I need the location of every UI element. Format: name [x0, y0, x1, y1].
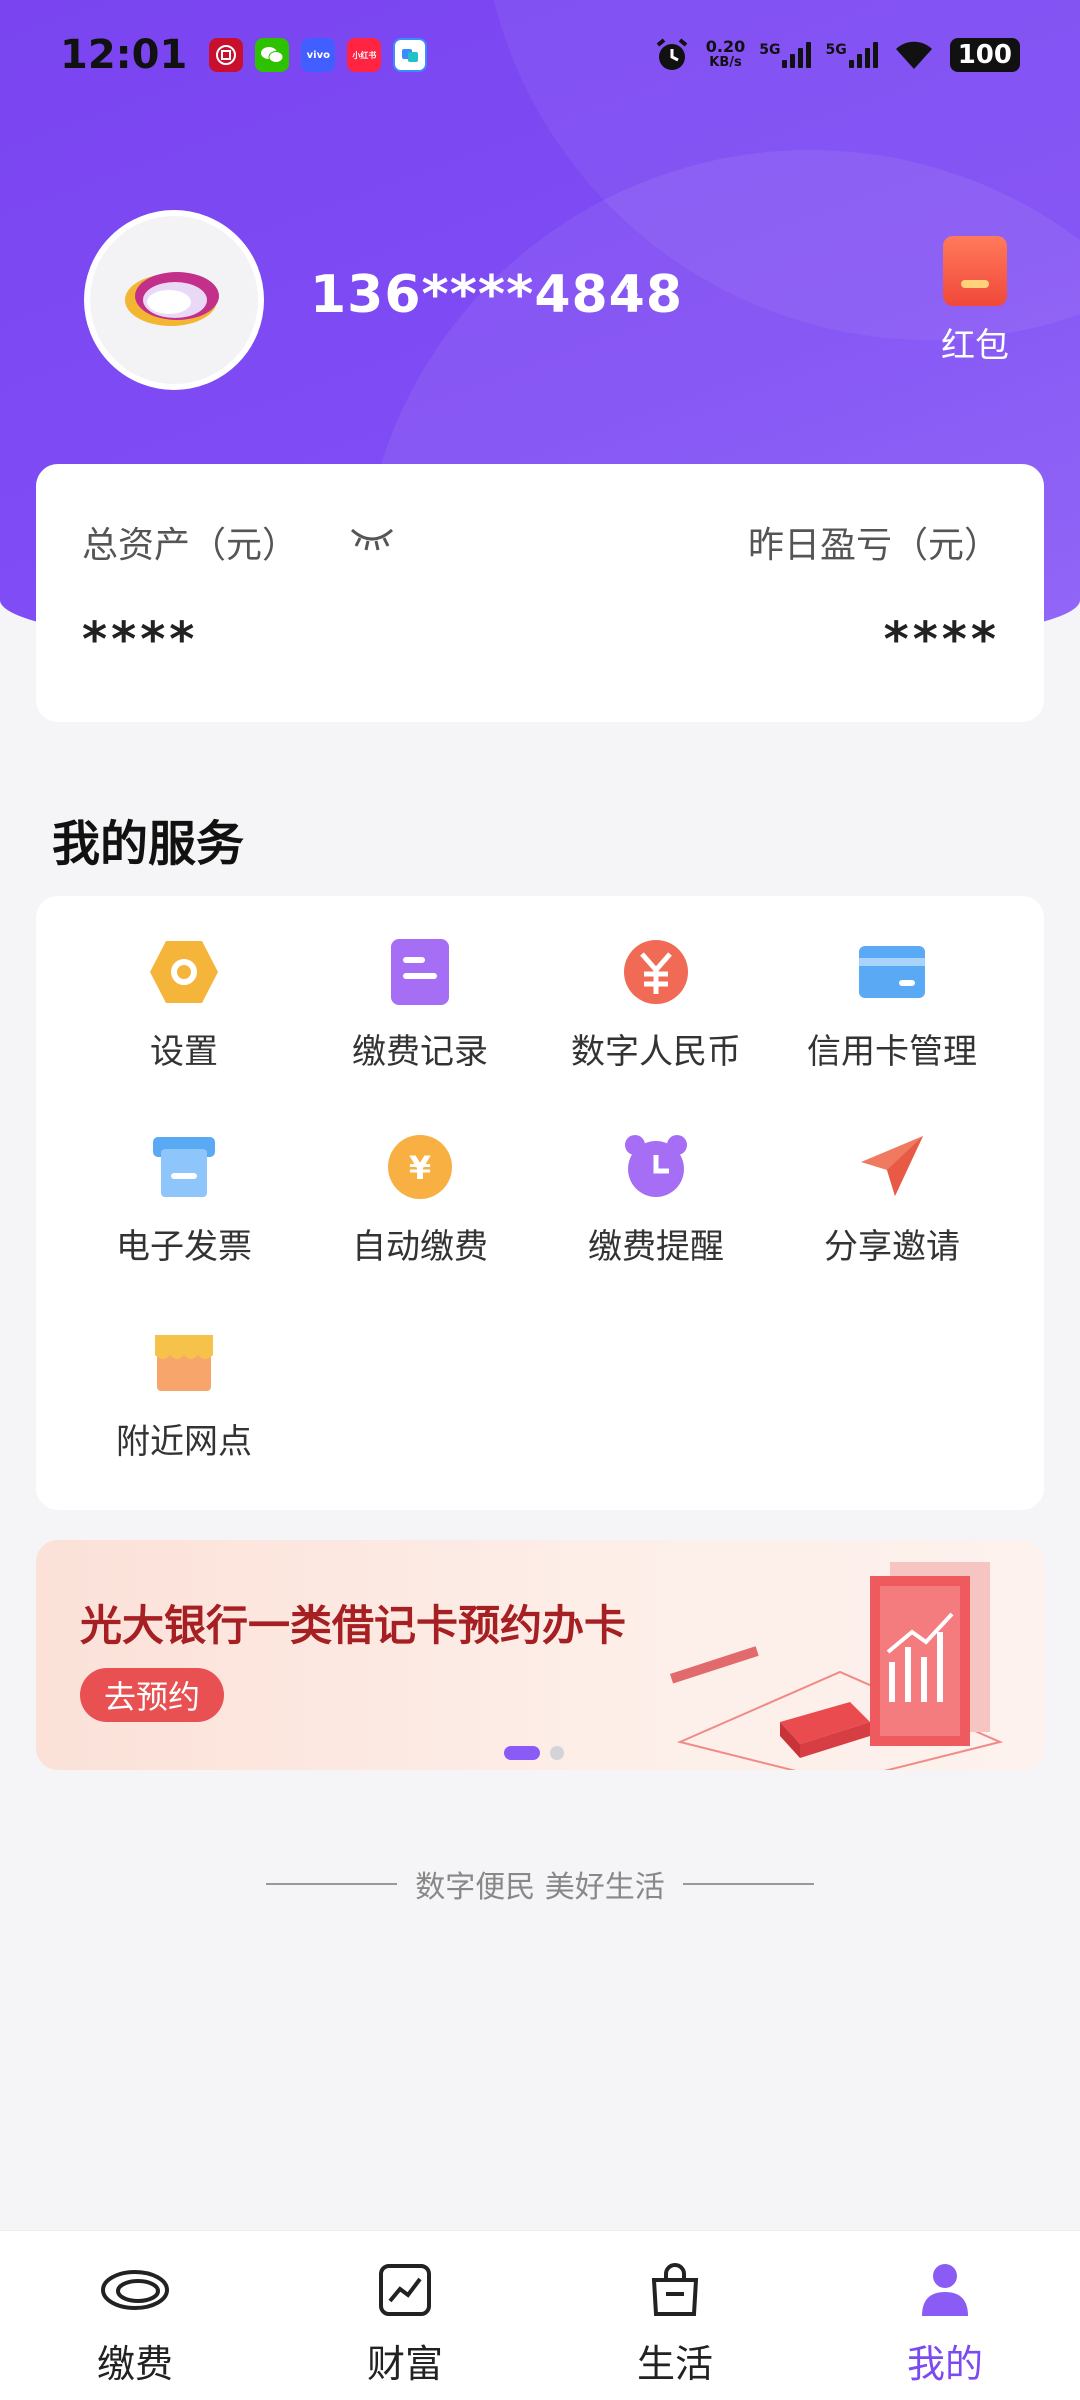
store-icon — [148, 1326, 220, 1398]
nav-tab-mine[interactable]: 我的 — [810, 2231, 1080, 2400]
app-icon — [393, 38, 428, 72]
promo-banner[interactable]: 光大银行一类借记卡预约办卡 去预约 — [36, 1540, 1044, 1770]
carousel-dot-active — [504, 1746, 540, 1760]
credit-card-icon — [856, 936, 928, 1008]
chevron-right-icon[interactable]: › — [622, 265, 641, 321]
carousel-indicator — [504, 1746, 564, 1760]
nav-tab-payment[interactable]: 缴费 — [0, 2231, 270, 2400]
alarm-icon — [656, 38, 688, 70]
settings-hexagon-icon — [148, 936, 220, 1008]
yesterday-profit-label: 昨日盈亏（元） — [747, 525, 1000, 566]
xiaohongshu-icon: 小红书 — [347, 38, 382, 72]
total-assets-label: 总资产（元） — [82, 525, 299, 566]
red-packet-icon — [943, 236, 1007, 306]
divider-line — [682, 1883, 815, 1885]
wifi-icon — [895, 41, 932, 69]
service-payment-reminder[interactable]: 缴费提醒 — [538, 1131, 774, 1326]
services-card: 设置 缴费记录 数字人民币 信用卡管理 电子发票 ¥ 自动缴费 缴费提醒 分享邀… — [36, 896, 1044, 1510]
document-icon — [384, 936, 456, 1008]
signal-sim1-icon: 5G — [759, 42, 812, 68]
service-auto-pay[interactable]: ¥ 自动缴费 — [302, 1131, 538, 1326]
carousel-dot — [550, 1746, 564, 1760]
service-share-invite[interactable]: 分享邀请 — [774, 1131, 1010, 1326]
auto-pay-icon: ¥ — [384, 1131, 456, 1203]
bottom-nav: 缴费 财富 生活 我的 — [0, 2230, 1080, 2400]
total-assets-value: **** — [82, 612, 199, 668]
network-speed: 0.20 KB/s — [705, 37, 746, 71]
reserve-button[interactable]: 去预约 — [80, 1668, 225, 1722]
invoice-icon — [148, 1131, 220, 1203]
service-payment-records[interactable]: 缴费记录 — [302, 936, 538, 1131]
slogan: 数字便民 美好生活 — [266, 1862, 815, 1906]
avatar[interactable] — [84, 210, 264, 390]
chart-icon — [370, 2261, 440, 2319]
battery-indicator: 100 — [949, 38, 1020, 72]
service-digital-rmb[interactable]: 数字人民币 — [538, 936, 774, 1131]
banner-title: 光大银行一类借记卡预约办卡 — [80, 1601, 627, 1650]
nav-tab-wealth[interactable]: 财富 — [270, 2231, 540, 2400]
status-time: 12:01 — [60, 32, 188, 78]
red-packet-label: 红包 — [941, 326, 1009, 366]
eye-closed-icon[interactable] — [348, 522, 396, 552]
logo-cloud-icon — [125, 272, 219, 326]
notification-icons: vivo 小红书 — [209, 38, 428, 72]
paper-plane-icon — [856, 1131, 928, 1203]
status-bar: 12:01 vivo 小红书 0.20 KB/s 5G 5G 100 — [0, 0, 1080, 110]
nav-tab-life[interactable]: 生活 — [540, 2231, 810, 2400]
services-title: 我的服务 — [52, 816, 245, 872]
divider-line — [266, 1883, 398, 1885]
service-nearby-branches[interactable]: 附近网点 — [66, 1326, 302, 1521]
bank-icon — [209, 38, 244, 72]
shopping-bag-icon — [640, 2261, 710, 2319]
slogan-text: 数字便民 美好生活 — [415, 1870, 665, 1905]
cloud-icon — [100, 2261, 170, 2319]
asset-card: 总资产（元） 昨日盈亏（元） **** **** — [36, 464, 1044, 722]
service-credit-card[interactable]: 信用卡管理 — [774, 936, 1010, 1131]
wechat-icon — [255, 38, 290, 72]
person-icon — [910, 2261, 980, 2319]
service-settings[interactable]: 设置 — [66, 936, 302, 1131]
signal-sim2-icon: 5G — [825, 42, 878, 68]
svg-text:¥: ¥ — [409, 1149, 431, 1187]
yuan-coin-icon — [620, 936, 692, 1008]
alarm-clock-icon — [620, 1131, 692, 1203]
red-packet-button[interactable]: 红包 — [930, 236, 1020, 367]
banner-illustration — [670, 1562, 1004, 1770]
service-e-invoice[interactable]: 电子发票 — [66, 1131, 302, 1326]
yesterday-profit-value: **** — [883, 612, 1000, 668]
vivo-icon: vivo — [301, 38, 336, 72]
